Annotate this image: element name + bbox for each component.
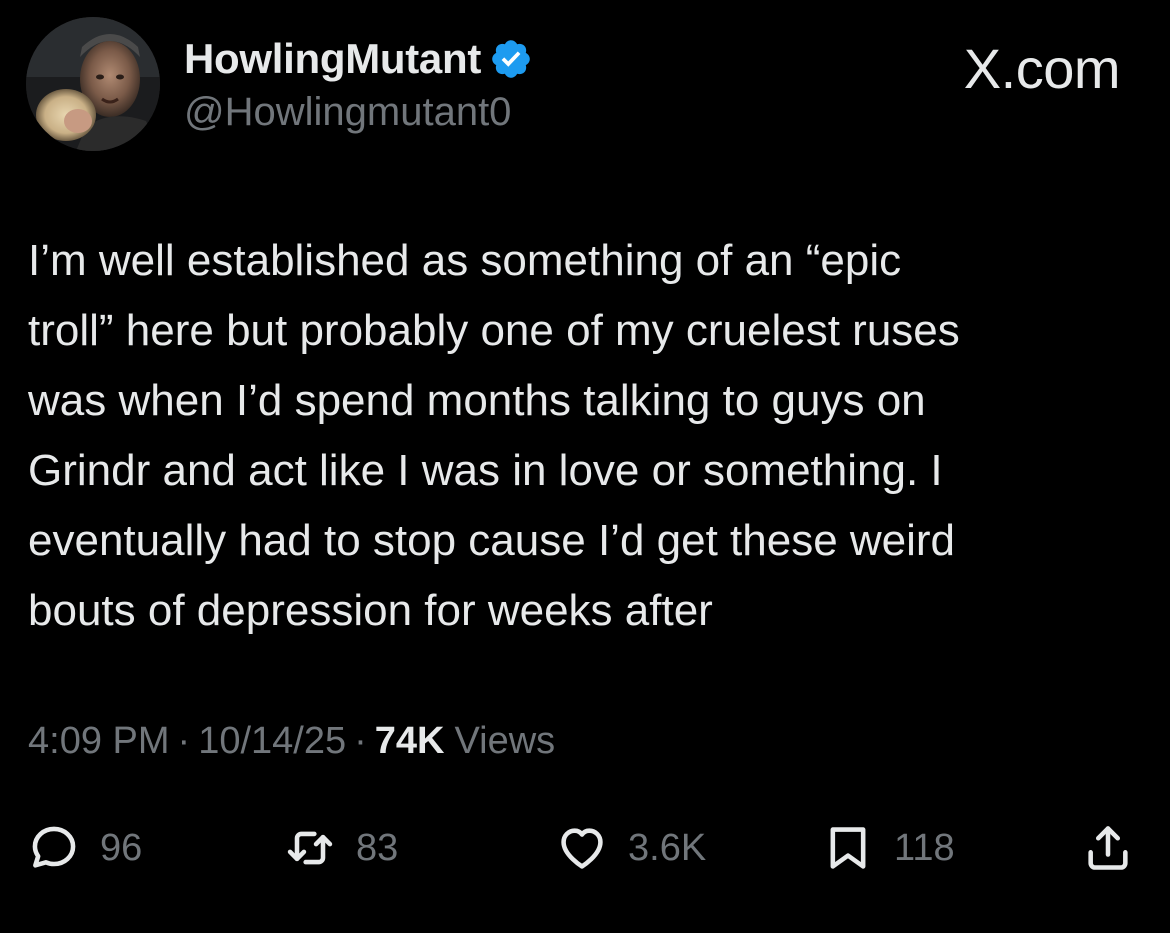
author-display-name[interactable]: HowlingMutant (184, 35, 481, 83)
action-bar: 96 83 3.6K 118 (0, 816, 1170, 880)
verified-badge-icon (489, 37, 533, 81)
author-name-row: HowlingMutant (184, 34, 533, 84)
tweet-meta: 4:09 PM · 10/14/25 · 74K Views (28, 720, 555, 763)
tweet-text: I’m well established as something of an … (28, 236, 960, 635)
retweet-button[interactable]: 83 (284, 816, 398, 880)
avatar-photo-icon (26, 17, 160, 151)
meta-separator: · (354, 720, 367, 762)
like-button[interactable]: 3.6K (556, 816, 706, 880)
share-button[interactable] (1082, 816, 1134, 880)
views-label: Views (454, 720, 556, 762)
bookmark-count: 118 (894, 826, 955, 869)
like-count: 3.6K (628, 826, 707, 869)
retweet-icon (287, 831, 333, 865)
reply-button[interactable]: 96 (28, 816, 142, 880)
views-count[interactable]: 74K (375, 720, 445, 763)
reply-count: 96 (100, 826, 143, 869)
tweet-date[interactable]: 10/14/25 (198, 720, 346, 763)
retweet-count: 83 (356, 826, 399, 869)
avatar[interactable] (26, 17, 160, 151)
bookmark-icon (830, 827, 866, 869)
reply-icon (32, 826, 76, 868)
site-label: X.com (963, 37, 1121, 100)
heart-icon (561, 828, 603, 869)
bookmark-button[interactable]: 118 (822, 816, 955, 880)
author-handle[interactable]: @Howlingmutant0 (184, 90, 511, 135)
meta-separator: · (177, 720, 191, 762)
share-icon (1088, 826, 1128, 870)
tweet-time[interactable]: 4:09 PM (28, 720, 170, 763)
tweet-card: HowlingMutant @Howlingmutant0 X.com I’m … (0, 0, 1170, 933)
